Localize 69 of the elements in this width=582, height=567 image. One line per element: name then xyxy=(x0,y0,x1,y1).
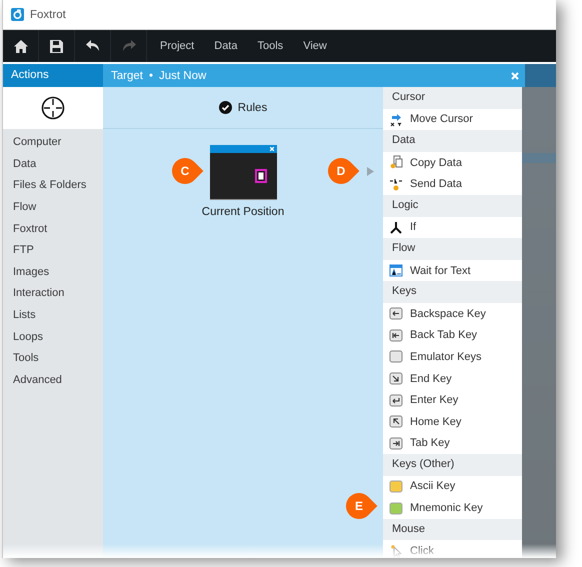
key-icon xyxy=(389,414,403,430)
palette-item[interactable]: Emulator Keys xyxy=(410,350,482,363)
palette-item[interactable]: Tab Key xyxy=(410,437,450,450)
palette-item[interactable]: Ascii Key xyxy=(410,480,456,492)
crosshair-icon[interactable] xyxy=(41,96,65,120)
app-logo-icon xyxy=(11,8,24,21)
group-heading: Cursor xyxy=(392,91,426,103)
branch-icon xyxy=(389,220,403,235)
key-icon xyxy=(389,436,403,451)
move-arrow-icon xyxy=(389,112,403,127)
palette-item[interactable]: Backspace Key xyxy=(410,308,486,320)
menu-item[interactable]: Tools xyxy=(258,40,284,52)
save-icon[interactable] xyxy=(50,40,63,52)
copy-icon xyxy=(389,155,403,170)
sidebar-item[interactable]: Advanced xyxy=(3,370,103,392)
sidebar-item[interactable]: Flow xyxy=(3,196,103,219)
key-icon xyxy=(389,478,403,494)
sidebar-item[interactable]: FTP xyxy=(3,240,103,262)
sidebar-item[interactable]: Tools xyxy=(3,348,103,370)
key-icon xyxy=(389,500,403,516)
menu-item[interactable]: Data xyxy=(214,40,238,52)
palette-item[interactable]: Move Cursor xyxy=(410,113,473,126)
sidebar-item[interactable]: Loops xyxy=(3,326,103,348)
palette-item[interactable]: Wait for Text xyxy=(410,264,471,277)
send-icon xyxy=(389,176,403,192)
menu-item[interactable]: View xyxy=(303,40,327,52)
dimmed-row xyxy=(522,153,556,163)
group-heading: Logic xyxy=(392,198,418,211)
home-icon[interactable] xyxy=(14,40,28,52)
group-heading: Keys (Other) xyxy=(392,458,454,470)
sidebar-item[interactable]: Computer xyxy=(3,132,103,154)
palette-item[interactable]: Send Data xyxy=(410,178,462,190)
sidebar-item[interactable]: Images xyxy=(3,262,103,284)
close-icon[interactable] xyxy=(510,70,520,80)
palette-item[interactable]: End Key xyxy=(410,372,452,385)
sidebar-item[interactable]: Lists xyxy=(3,305,103,327)
menu-item[interactable]: Project xyxy=(160,40,194,52)
window-title: Foxtrot xyxy=(30,8,66,20)
key-icon xyxy=(389,328,403,343)
key-icon xyxy=(389,371,403,386)
palette-item[interactable]: Mnemonic Key xyxy=(410,502,483,514)
check-circle-icon xyxy=(218,101,232,114)
sidebar-item[interactable]: Files & Folders xyxy=(3,175,103,197)
connector-arrow-icon xyxy=(367,167,374,176)
group-heading: Mouse xyxy=(392,522,426,535)
target-title: Target xyxy=(111,70,143,82)
palette-item[interactable]: Back Tab Key xyxy=(410,329,478,342)
key-icon xyxy=(389,349,403,364)
key-icon xyxy=(389,392,403,408)
separator-dot: • xyxy=(148,70,153,82)
timestamp: Just Now xyxy=(159,70,206,82)
group-heading: Flow xyxy=(392,242,416,254)
group-heading: Data xyxy=(392,134,416,146)
dimmed-header xyxy=(525,64,556,87)
text-window-icon xyxy=(389,263,403,278)
palette-item[interactable]: Enter Key xyxy=(410,394,458,406)
panel-header: Actions xyxy=(3,64,103,87)
node-label: Current Position xyxy=(202,206,284,218)
sidebar-item[interactable]: Interaction xyxy=(3,283,103,306)
key-icon xyxy=(389,306,403,322)
window-thumbnail[interactable] xyxy=(210,145,276,199)
undo-icon[interactable] xyxy=(86,40,100,52)
sidebar-item[interactable]: Data xyxy=(3,154,103,176)
sidebar-item[interactable]: Foxtrot xyxy=(3,218,103,240)
palette-item[interactable]: If xyxy=(410,221,416,234)
rules-tab[interactable]: Rules xyxy=(238,102,268,114)
group-heading: Keys xyxy=(392,285,416,298)
palette-item[interactable]: Home Key xyxy=(410,416,462,428)
palette-item[interactable]: Copy Data xyxy=(410,156,462,169)
